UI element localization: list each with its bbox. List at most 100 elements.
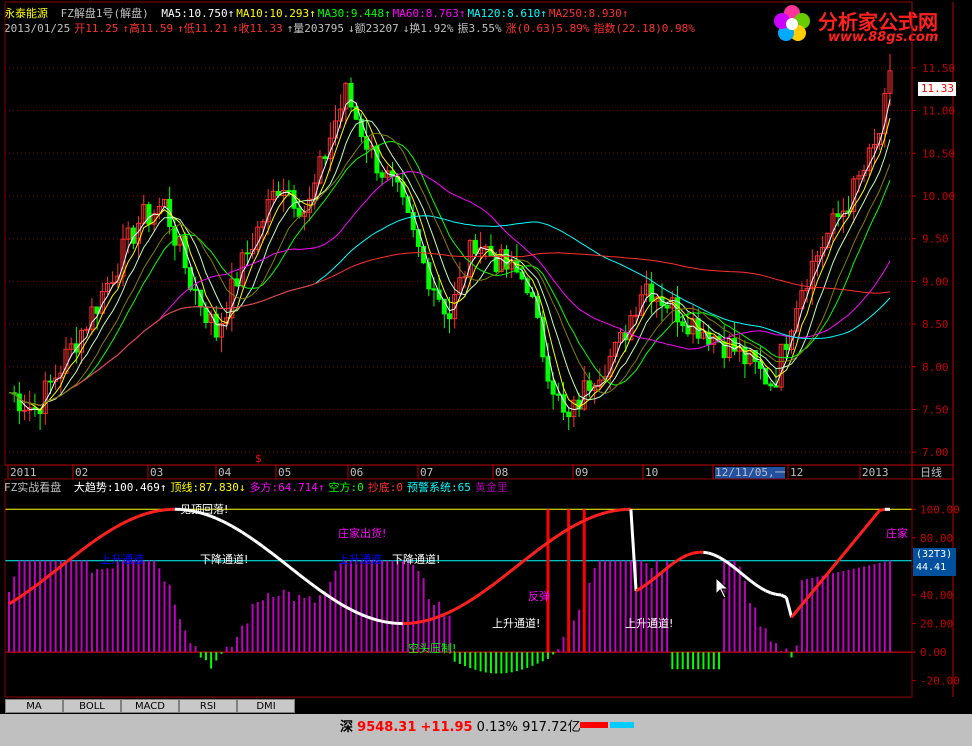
trend-line-segment bbox=[215, 517, 223, 523]
time-tick-label: 12/11/05,一 bbox=[715, 466, 786, 479]
trend-line-segment bbox=[101, 530, 109, 537]
time-tick-label: 2011 bbox=[10, 466, 37, 479]
trend-line-segment bbox=[225, 521, 233, 528]
trend-line-segment bbox=[210, 514, 217, 520]
breadth-bars bbox=[580, 718, 634, 731]
tab-dmi[interactable]: DMI bbox=[237, 699, 295, 713]
trend-line-segment bbox=[852, 534, 861, 543]
ind-tick-label: 20.00 bbox=[920, 618, 953, 631]
trend-line-segment bbox=[588, 514, 596, 520]
ind-tick-label: -20.00 bbox=[920, 675, 960, 688]
trend-line-segment bbox=[526, 552, 534, 560]
trend-line-segment bbox=[703, 550, 709, 555]
time-tick-label: 10 bbox=[645, 466, 658, 479]
candle-body bbox=[410, 212, 416, 231]
candle-body bbox=[146, 204, 152, 225]
trend-line-segment bbox=[879, 507, 886, 512]
trend-line-segment bbox=[117, 521, 124, 528]
candle-body bbox=[405, 196, 411, 214]
trend-line-segment bbox=[418, 619, 424, 624]
trend-line-segment bbox=[868, 515, 876, 524]
candle-body bbox=[664, 304, 670, 309]
trend-line-segment bbox=[148, 510, 155, 515]
trend-line-segment bbox=[277, 557, 285, 564]
price-tick-label: 10.00 bbox=[922, 190, 955, 203]
trend-line-segment bbox=[153, 509, 160, 514]
indicator-value-1: 顶线:87.830↓ bbox=[170, 481, 246, 494]
trend-line-segment bbox=[80, 545, 88, 552]
time-tick-label: 07 bbox=[420, 466, 433, 479]
trend-line-segment bbox=[376, 618, 383, 623]
trend-line-segment bbox=[784, 597, 793, 618]
annotation-label: 上升通道! bbox=[492, 616, 540, 630]
trend-line-segment bbox=[75, 549, 83, 556]
trend-line-segment bbox=[484, 585, 492, 592]
trend-line-segment bbox=[749, 579, 757, 586]
indicator-header: FZ实战看盘 大趋势:100.469↑ 顶线:87.830↓ 多方:64.714↑ 空… bbox=[4, 481, 512, 495]
trend-line-segment bbox=[272, 553, 280, 560]
ma-extra-line bbox=[8, 132, 891, 407]
chart-canvas[interactable]: 11.50 11.00 10.50 10.00 9.50 9.00 8.50 8.00 7.50… bbox=[0, 0, 972, 746]
trend-line-segment bbox=[143, 511, 150, 516]
candle-body bbox=[555, 393, 561, 396]
index-quote: 深 9548.31 +11.95 0.13% 917.72亿 bbox=[340, 717, 581, 739]
trend-line-segment bbox=[743, 575, 752, 582]
trend-line-segment bbox=[676, 555, 684, 562]
index-amount: 917.72亿 bbox=[522, 720, 581, 735]
candle-body bbox=[649, 283, 655, 302]
candle-body bbox=[835, 213, 841, 217]
trend-line-segment bbox=[220, 519, 228, 525]
indicator-title: FZ实战看盘 bbox=[4, 481, 62, 494]
candle-body bbox=[16, 393, 22, 412]
trend-line-segment bbox=[381, 619, 388, 624]
ind-tick-label: 100.00 bbox=[920, 503, 960, 516]
trend-line-segment bbox=[138, 513, 145, 518]
trend-line-segment bbox=[831, 559, 840, 568]
trend-line-segment bbox=[256, 541, 264, 548]
trend-line-segment bbox=[790, 610, 798, 619]
time-tick-label: 12 bbox=[790, 466, 803, 479]
time-tick-label: 02 bbox=[75, 466, 88, 479]
price-tick-label: 9.50 bbox=[922, 233, 949, 246]
tab-macd[interactable]: MACD bbox=[121, 699, 179, 713]
trend-line-segment bbox=[495, 577, 503, 584]
tab-rsi[interactable]: RSI bbox=[179, 699, 237, 713]
trend-line-segment bbox=[837, 553, 845, 562]
candle-body bbox=[286, 190, 292, 193]
annotation-label: 空头压制! bbox=[408, 641, 456, 655]
price-tick-label: 8.00 bbox=[922, 361, 949, 374]
stock-chart-window: { "header": { "stock_name": "永泰能源", "ind… bbox=[0, 0, 972, 746]
trend-line-segment bbox=[515, 561, 523, 568]
candle-body bbox=[379, 172, 385, 178]
trend-line-segment bbox=[759, 586, 767, 593]
trend-line-segment bbox=[510, 565, 518, 572]
indicator-panel-frame bbox=[4, 478, 913, 698]
trend-line-segment bbox=[453, 605, 461, 611]
candle-body bbox=[431, 288, 437, 291]
trend-line-segment bbox=[521, 556, 529, 564]
indicator-readout: (32T3) 44.41 bbox=[913, 548, 956, 576]
trend-line-segment bbox=[842, 547, 850, 556]
trend-line-segment bbox=[236, 527, 243, 534]
indicator-value-4: 抄底:0 bbox=[367, 481, 403, 494]
candle-body bbox=[415, 229, 421, 247]
candle-body bbox=[172, 225, 178, 246]
index-pct: 0.13% bbox=[476, 720, 518, 735]
indicator-value-2: 多方:64.714↑ bbox=[249, 481, 325, 494]
ma20-line bbox=[8, 119, 891, 407]
price-tick-label: 10.50 bbox=[922, 147, 955, 160]
tab-ma[interactable]: MA bbox=[5, 699, 63, 713]
trend-line-segment bbox=[448, 608, 456, 614]
price-tick-label: 7.50 bbox=[922, 403, 949, 416]
trend-line-segment bbox=[754, 583, 762, 590]
trend-line-segment bbox=[428, 616, 435, 622]
tab-boll[interactable]: BOLL bbox=[63, 699, 121, 713]
index-value: 9548.31 bbox=[357, 720, 417, 735]
current-price-tag: 11.33 bbox=[918, 82, 956, 96]
trend-line-segment bbox=[262, 545, 270, 552]
time-tick-label: 04 bbox=[218, 466, 232, 479]
candle-body bbox=[633, 314, 639, 317]
trend-line-segment bbox=[713, 553, 720, 559]
annotation-label: 见顶回落! bbox=[180, 503, 228, 516]
trend-line-segment bbox=[469, 595, 477, 602]
